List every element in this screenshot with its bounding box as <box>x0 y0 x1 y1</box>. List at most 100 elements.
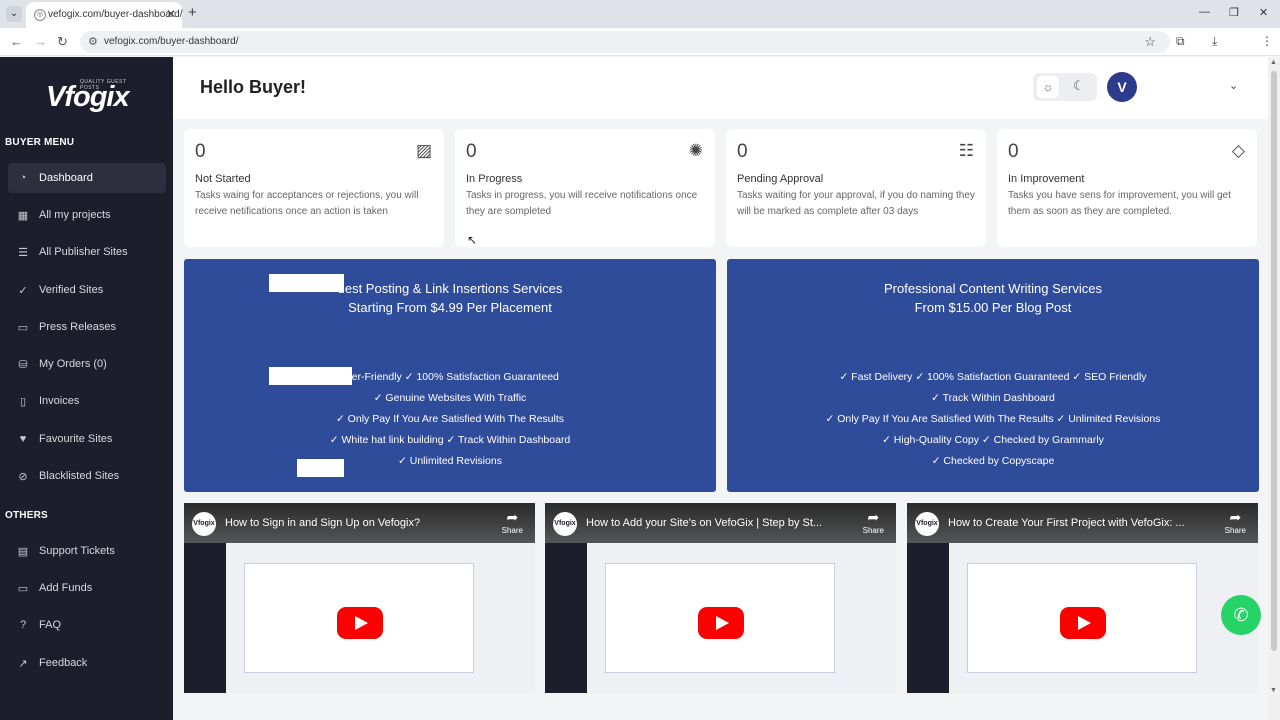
dashboard-icon: ◔ <box>19 172 27 184</box>
channel-avatar[interactable]: Vfogix <box>915 512 939 536</box>
video-add-site[interactable]: Vfogix How to Add your Site's on VefoGix… <box>545 503 896 693</box>
sidebar-item-verified-sites[interactable]: ✓ Verified Sites <box>8 275 166 305</box>
share-label: Share <box>862 526 884 535</box>
banner-bullet: ✓ High-Quality Copy ✓ Checked by Grammar… <box>882 434 1104 446</box>
banner-title: uest Posting & Link Insertions Services <box>337 281 563 296</box>
back-icon[interactable]: ← <box>10 34 23 49</box>
stat-count: 0 <box>466 141 477 162</box>
new-tab-icon[interactable]: + <box>188 4 197 21</box>
sidebar-item-support-tickets[interactable]: ▤ Support Tickets <box>8 536 166 566</box>
stat-label: In Progress <box>466 173 523 185</box>
url-field[interactable]: ⚙ vefogix.com/buyer-dashboard/ ☆ <box>80 31 1170 53</box>
scrollbar-thumb[interactable] <box>1271 71 1277 651</box>
browser-tab-bar: ⌄ ◎ vefogix.com/buyer-dashboard/ ✕ + — ❐… <box>0 0 1280 28</box>
sidebar-item-label: Feedback <box>39 657 88 669</box>
video-title-bar: Vfogix How to Add your Site's on VefoGix… <box>545 503 896 543</box>
page-header: Hello Buyer! ☼ ☾ V ⌄ <box>173 57 1268 119</box>
share-button[interactable]: ➦ Share <box>1225 509 1246 535</box>
question-icon: ? <box>19 619 27 631</box>
banner-bullet: ✓ Fast Delivery ✓ 100% Satisfaction Guar… <box>839 371 1147 383</box>
video-create-project[interactable]: Vfogix How to Create Your First Project … <box>907 503 1258 693</box>
share-label: Share <box>501 526 523 535</box>
scroll-up-icon[interactable]: ▲ <box>1270 59 1277 66</box>
tab-close-icon[interactable]: ✕ <box>166 7 176 21</box>
avatar[interactable]: V <box>1107 72 1137 102</box>
window-close-icon[interactable]: ✕ <box>1259 6 1268 19</box>
share-button[interactable]: ➦ Share <box>502 509 523 535</box>
vefogix-logo[interactable]: QUALITY GUEST POSTS Vfogix <box>46 77 146 117</box>
url-text: vefogix.com/buyer-dashboard/ <box>104 36 239 47</box>
guest-posting-banner[interactable]: uest Posting & Link Insertions Services … <box>184 259 716 492</box>
share-button[interactable]: ➦ Share <box>863 509 884 535</box>
youtube-play-icon[interactable] <box>698 607 744 639</box>
whatsapp-icon[interactable]: ✆ <box>1221 595 1261 635</box>
share-label: Share <box>1224 526 1246 535</box>
browser-menu-icon[interactable]: ⋮ <box>1261 34 1273 48</box>
sidebar-item-label: FAQ <box>39 619 62 631</box>
sidebar-item-label: Favourite Sites <box>39 433 113 445</box>
scroll-down-icon[interactable]: ▼ <box>1270 687 1277 694</box>
address-bar: ← → ↻ ⚙ vefogix.com/buyer-dashboard/ ☆ ⧉… <box>0 28 1280 56</box>
sidebar-item-favourite-sites[interactable]: ♥ Favourite Sites <box>8 424 166 454</box>
video-title[interactable]: How to Sign in and Sign Up on Vefogix? <box>225 517 490 529</box>
browser-tab[interactable]: ◎ vefogix.com/buyer-dashboard/ ✕ <box>26 2 183 28</box>
sidebar-item-label: All my projects <box>39 209 111 221</box>
channel-avatar[interactable]: Vfogix <box>192 512 216 536</box>
restore-icon[interactable]: ❐ <box>1229 6 1239 19</box>
stat-description: Tasks in progress, you will receive noti… <box>466 190 698 217</box>
sidebar-item-all-my-projects[interactable]: ▦ All my projects <box>8 200 166 230</box>
video-title[interactable]: How to Add your Site's on VefoGix | Step… <box>586 517 851 529</box>
sidebar-item-my-orders[interactable]: ⛁ My Orders (0) <box>8 349 166 379</box>
blacklist-icon: ⊘ <box>18 470 28 483</box>
page-title: Hello Buyer! <box>200 77 307 97</box>
channel-avatar[interactable]: Vfogix <box>553 512 577 536</box>
content-writing-banner[interactable]: Professional Content Writing Services Fr… <box>727 259 1259 492</box>
download-icon[interactable]: ⤓ <box>1212 34 1217 49</box>
sidebar-item-dashboard[interactable]: ◔ Dashboard <box>8 163 166 193</box>
banner-bullet: ✓ Unlimited Revisions <box>398 455 502 467</box>
page-scrollbar[interactable]: ▲ ▼ <box>1268 57 1280 720</box>
video-title[interactable]: How to Create Your First Project with Ve… <box>948 517 1213 529</box>
stat-label: Pending Approval <box>737 173 824 185</box>
verified-check-icon: ✓ <box>18 284 28 297</box>
sidebar-item-blacklisted-sites[interactable]: ⊘ Blacklisted Sites <box>8 461 166 491</box>
video-sign-in[interactable]: Vfogix How to Sign in and Sign Up on Vef… <box>184 503 535 693</box>
extensions-icon[interactable]: ⧉ <box>1176 34 1185 49</box>
press-release-icon: ▭ <box>17 321 29 334</box>
wallet-icon: ▭ <box>17 582 29 595</box>
not-started-icon: ▨ <box>415 141 432 160</box>
sidebar-item-invoices[interactable]: ▯ Invoices <box>8 386 166 416</box>
video-title-bar: Vfogix How to Sign in and Sign Up on Vef… <box>184 503 535 543</box>
tab-search-icon[interactable]: ⌄ <box>6 6 22 22</box>
sidebar-item-faq[interactable]: ? FAQ <box>8 610 166 640</box>
site-info-icon[interactable]: ⚙ <box>88 35 98 48</box>
buyer-menu-heading: BUYER MENU <box>5 137 75 148</box>
sidebar-item-label: Add Funds <box>39 582 93 594</box>
chevron-down-icon[interactable]: ⌄ <box>1229 79 1238 92</box>
banner-bullet: ✓ Checked by Copyscape <box>931 455 1055 467</box>
theme-toggle[interactable]: ☼ ☾ <box>1033 73 1097 101</box>
feedback-icon: ↗ <box>18 657 28 670</box>
moon-icon[interactable]: ☾ <box>1073 78 1085 94</box>
logo-brand: Vfogix <box>46 81 130 113</box>
invoice-icon: ▯ <box>19 395 27 408</box>
stat-card-not-started: 0 ▨ Not Started Tasks waing for acceptan… <box>184 129 444 247</box>
sun-icon[interactable]: ☼ <box>1037 76 1059 98</box>
projects-icon: ▦ <box>17 209 29 222</box>
stat-count: 0 <box>1008 141 1019 162</box>
sidebar-item-label: Support Tickets <box>39 545 115 557</box>
sidebar-item-feedback[interactable]: ↗ Feedback <box>8 648 166 678</box>
reload-icon[interactable]: ↻ <box>57 34 68 50</box>
alert-diamond-icon: ◇ <box>1231 141 1245 160</box>
share-icon: ➦ <box>867 509 880 525</box>
minimize-icon[interactable]: — <box>1199 6 1210 18</box>
banner-title: Professional Content Writing Services <box>884 281 1102 296</box>
sidebar-item-press-releases[interactable]: ▭ Press Releases <box>8 312 166 342</box>
youtube-play-icon[interactable] <box>1060 607 1106 639</box>
sidebar-item-add-funds[interactable]: ▭ Add Funds <box>8 573 166 603</box>
forward-icon[interactable]: → <box>34 34 47 49</box>
youtube-play-icon[interactable] <box>337 607 383 639</box>
bookmark-star-icon[interactable]: ☆ <box>1144 34 1156 50</box>
tab-favicon-icon: ◎ <box>34 9 46 21</box>
sidebar-item-all-publisher-sites[interactable]: ☰ All Publisher Sites <box>8 237 166 267</box>
